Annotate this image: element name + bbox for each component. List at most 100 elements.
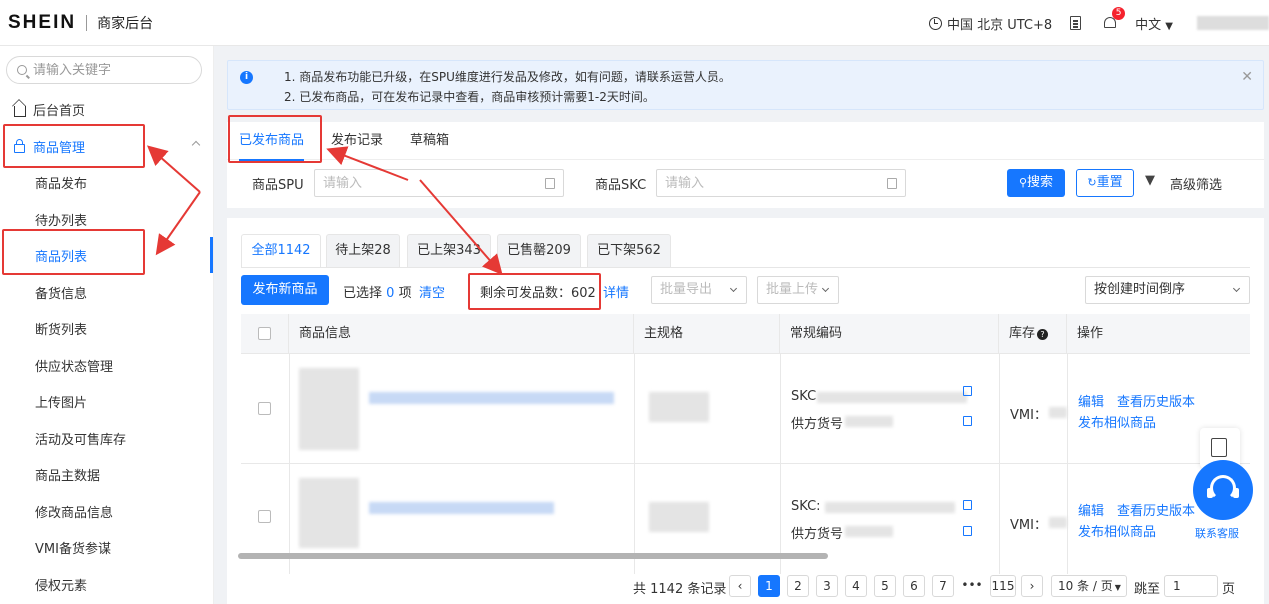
- row-checkbox[interactable]: [258, 402, 271, 415]
- reset-button[interactable]: ↻重置: [1076, 169, 1134, 197]
- sidebar-item-infringement[interactable]: 侵权元素: [0, 566, 213, 602]
- sort-select[interactable]: 按创建时间倒序: [1085, 276, 1250, 304]
- publish-similar-link[interactable]: 发布相似商品: [1078, 412, 1156, 431]
- search-input[interactable]: [33, 62, 183, 78]
- batch-export-select[interactable]: 批量导出: [651, 276, 747, 304]
- product-thumbnail[interactable]: [299, 368, 359, 450]
- skc-field[interactable]: [656, 169, 906, 197]
- chevron-down-icon: ▼: [1114, 583, 1121, 592]
- status-tab-pending[interactable]: 待上架28: [326, 234, 400, 268]
- sidebar-item-todo[interactable]: 待办列表: [0, 201, 213, 237]
- details-link[interactable]: 详情: [603, 282, 629, 301]
- close-icon[interactable]: ✕: [1241, 69, 1253, 85]
- page-7[interactable]: 7: [932, 575, 954, 597]
- remaining-count: 剩余可发品数：602: [480, 286, 596, 301]
- help-icon[interactable]: ?: [1037, 329, 1049, 340]
- publish-new-button[interactable]: 发布新商品: [241, 275, 329, 305]
- status-tab-sold-out[interactable]: 已售罄209: [497, 234, 581, 268]
- sidebar-item-home[interactable]: 后台首页: [0, 91, 213, 127]
- status-tab-delisted[interactable]: 已下架562: [587, 234, 671, 268]
- copy-icon[interactable]: [963, 416, 972, 426]
- publish-similar-link[interactable]: 发布相似商品: [1078, 521, 1156, 540]
- filter-icon[interactable]: ▼: [1145, 173, 1155, 188]
- info-icon: i: [240, 71, 253, 84]
- notice-banner: i 1. 商品发布功能已升级，在SPU维度进行发品及修改，如有问题，请联系运营人…: [227, 60, 1264, 110]
- clear-link[interactable]: 清空: [419, 282, 445, 301]
- history-link[interactable]: 查看历史版本: [1117, 500, 1195, 519]
- page-size-select[interactable]: 10 条 / 页 ▼: [1051, 575, 1127, 597]
- history-link[interactable]: 查看历史版本: [1117, 391, 1195, 410]
- status-tab-listed[interactable]: 已上架343: [407, 234, 491, 268]
- edit-link[interactable]: 编辑: [1078, 500, 1104, 519]
- tabs-divider: [241, 267, 1250, 268]
- page-ellipsis[interactable]: •••: [961, 575, 983, 597]
- main-spec-value: [649, 392, 709, 422]
- sidebar-item-product-list[interactable]: 商品列表: [0, 237, 213, 273]
- main-spec-value: [649, 502, 709, 532]
- edit-link[interactable]: 编辑: [1078, 391, 1104, 410]
- copy-icon[interactable]: [963, 526, 972, 536]
- sidebar-item-supply-status[interactable]: 供应状态管理: [0, 347, 213, 383]
- page-2[interactable]: 2: [787, 575, 809, 597]
- sidebar-item-vmi[interactable]: VMI备货参谋: [0, 529, 213, 565]
- sidebar-group-product-management[interactable]: 商品管理: [0, 128, 213, 164]
- bell-icon[interactable]: 5: [1103, 7, 1126, 30]
- page-1[interactable]: 1: [758, 575, 780, 597]
- page-last[interactable]: 115: [990, 575, 1016, 597]
- status-tab-all[interactable]: 全部1142: [241, 234, 321, 268]
- copy-icon[interactable]: [963, 386, 972, 396]
- timezone-selector[interactable]: 中国 北京 UTC+8: [928, 14, 1052, 33]
- spu-input[interactable]: [323, 170, 523, 196]
- spu-field[interactable]: [314, 169, 564, 197]
- page-5[interactable]: 5: [874, 575, 896, 597]
- support-label[interactable]: 联系客服: [1195, 525, 1239, 541]
- tab-published[interactable]: 已发布商品: [239, 122, 305, 161]
- th-select: [241, 314, 289, 354]
- product-title-link[interactable]: [369, 392, 614, 404]
- skc-value: [825, 502, 955, 513]
- product-thumbnail[interactable]: [299, 478, 359, 548]
- product-title-link[interactable]: [369, 502, 554, 514]
- tab-publish-records[interactable]: 发布记录: [331, 122, 383, 160]
- th-stock-label: 库存: [1009, 326, 1036, 341]
- horizontal-scrollbar[interactable]: [238, 553, 828, 559]
- paste-icon[interactable]: [545, 178, 555, 189]
- copy-icon[interactable]: [963, 500, 972, 510]
- sidebar-item-master-data[interactable]: 商品主数据: [0, 456, 213, 492]
- sidebar-item-stock-info[interactable]: 备货信息: [0, 274, 213, 310]
- sidebar-search[interactable]: [6, 56, 202, 84]
- page-6[interactable]: 6: [903, 575, 925, 597]
- notice-line-1: 1. 商品发布功能已升级，在SPU维度进行发品及修改，如有问题，请联系运营人员。: [284, 70, 731, 84]
- tab-drafts[interactable]: 草稿箱: [410, 122, 449, 160]
- customer-support-button[interactable]: [1193, 460, 1253, 520]
- batch-export-label: 批量导出: [660, 282, 713, 297]
- search-button[interactable]: ⚲搜索: [1007, 169, 1065, 197]
- sidebar-item-upload-images[interactable]: 上传图片: [0, 383, 213, 419]
- notes-icon: [1211, 438, 1227, 457]
- vmi-label: VMI：: [1010, 518, 1047, 533]
- jump-input[interactable]: 1: [1164, 575, 1218, 597]
- logo[interactable]: SHEIN: [8, 12, 76, 34]
- paste-icon[interactable]: [887, 178, 897, 189]
- page-4[interactable]: 4: [845, 575, 867, 597]
- language-selector[interactable]: 中文 ▼: [1135, 14, 1173, 33]
- prev-page-button[interactable]: ‹: [729, 575, 751, 597]
- sidebar-item-activity-stock[interactable]: 活动及可售库存: [0, 420, 213, 456]
- chevron-down-icon: [729, 284, 738, 293]
- next-page-button[interactable]: ›: [1021, 575, 1043, 597]
- page-3[interactable]: 3: [816, 575, 838, 597]
- sidebar-item-edit-product[interactable]: 修改商品信息: [0, 493, 213, 529]
- search-icon: [17, 65, 27, 75]
- document-icon[interactable]: [1070, 16, 1082, 30]
- user-avatar[interactable]: [1197, 16, 1269, 30]
- sidebar-item-publish[interactable]: 商品发布: [0, 164, 213, 200]
- sidebar-item-label: 后台首页: [33, 103, 86, 119]
- batch-upload-select[interactable]: 批量上传: [757, 276, 839, 304]
- skc-input[interactable]: [665, 170, 865, 196]
- row-checkbox[interactable]: [258, 510, 271, 523]
- sidebar-item-out-of-stock[interactable]: 断货列表: [0, 310, 213, 346]
- app-title: 商家后台: [97, 15, 154, 32]
- sidebar-item-label: 待办列表: [35, 213, 88, 229]
- advanced-filter-link[interactable]: 高级筛选: [1170, 174, 1222, 193]
- headset-ear: [1207, 488, 1213, 498]
